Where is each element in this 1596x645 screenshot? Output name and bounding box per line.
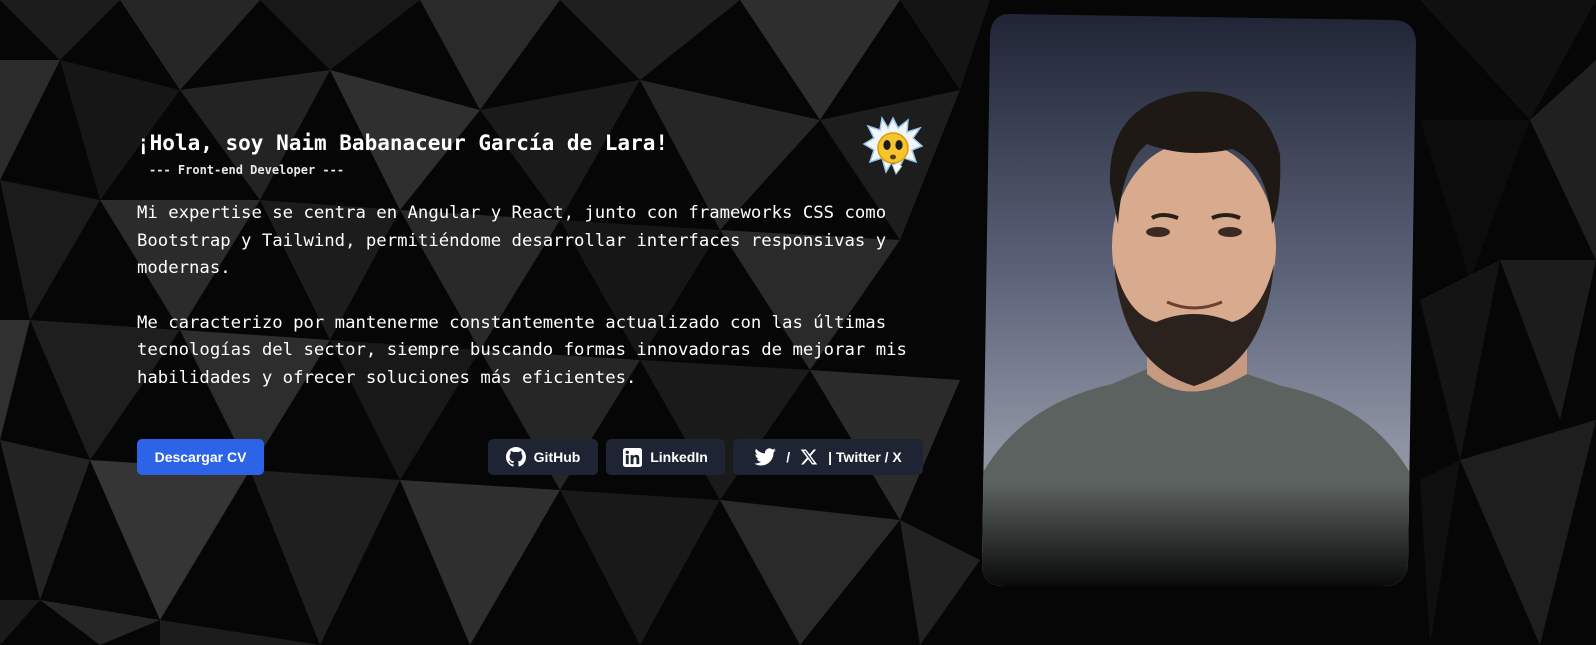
github-icon <box>505 447 526 467</box>
actions-row: Descargar CV GitHub LinkedIn / | Twitter… <box>137 439 923 475</box>
exploding-head-emoji-icon <box>862 116 924 176</box>
linkedin-button[interactable]: LinkedIn <box>606 439 725 475</box>
twitter-bird-icon <box>754 448 777 466</box>
github-label: GitHub <box>533 449 581 465</box>
profile-photo <box>982 14 1416 586</box>
greeting-heading: ¡Hola, soy Naim Babanaceur García de Lar… <box>137 131 669 155</box>
linkedin-label: LinkedIn <box>650 449 708 465</box>
github-button[interactable]: GitHub <box>488 439 598 475</box>
intro-block: ¡Hola, soy Naim Babanaceur García de Lar… <box>137 126 927 392</box>
linkedin-icon <box>623 447 643 467</box>
bio-paragraph-1: Mi expertise se centra en Angular y Reac… <box>137 203 887 278</box>
twitter-separator: / <box>786 449 791 465</box>
twitter-button[interactable]: / | Twitter / X <box>733 439 923 475</box>
role-subtitle: --- Front-end Developer --- <box>149 163 345 177</box>
hero-section: ¡Hola, soy Naim Babanaceur García de Lar… <box>0 0 1596 645</box>
x-logo-icon <box>800 449 818 465</box>
download-cv-button[interactable]: Descargar CV <box>137 439 264 475</box>
twitter-label: | Twitter / X <box>828 449 902 465</box>
bio-paragraph-2: Me caracterizo por mantenerme constantem… <box>137 312 907 388</box>
